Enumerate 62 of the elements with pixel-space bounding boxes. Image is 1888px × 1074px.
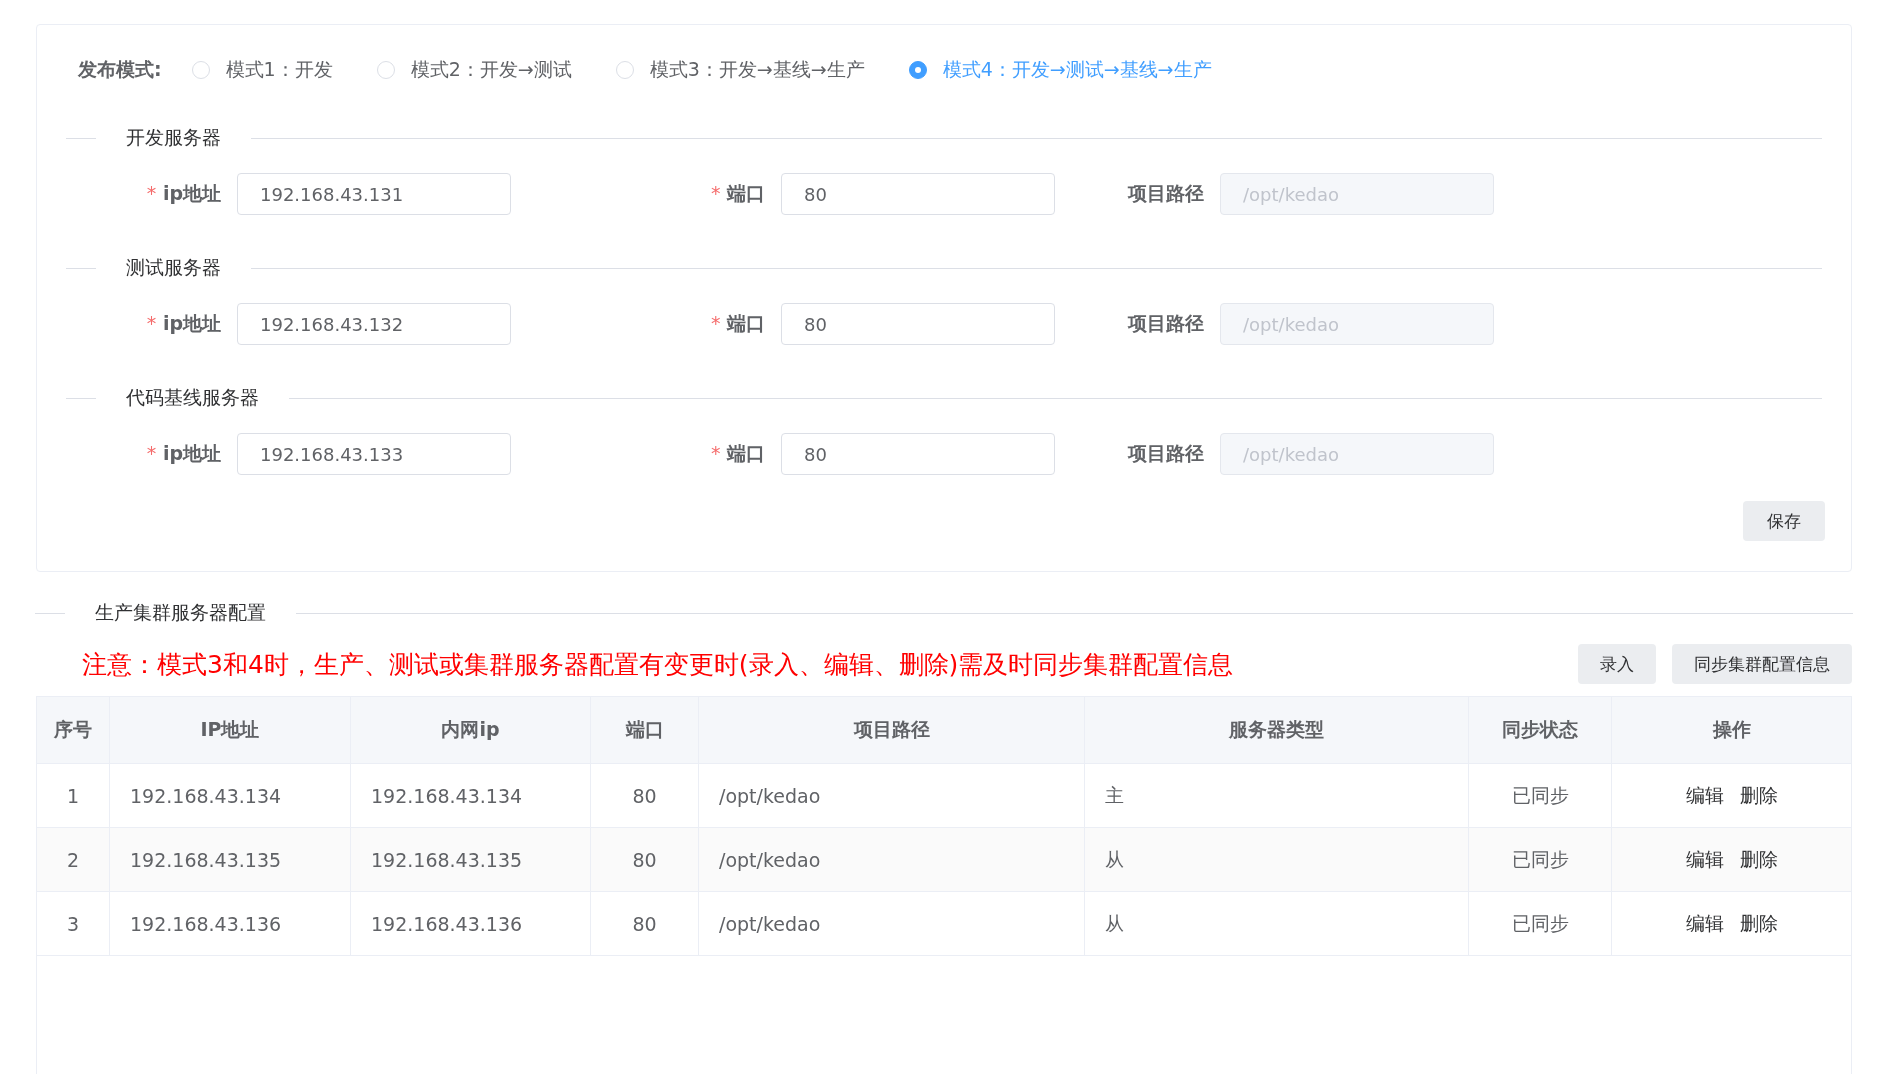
table-cell: 80 — [591, 764, 699, 827]
radio-option[interactable]: 模式1：开发 — [191, 57, 333, 83]
table-cell: 192.168.43.135 — [351, 828, 591, 891]
action-link[interactable]: 编辑 — [1685, 846, 1724, 873]
table-cell: 从 — [1085, 892, 1469, 955]
ip-input[interactable]: 192.168.43.133 — [237, 433, 511, 475]
action-link[interactable]: 编辑 — [1685, 910, 1724, 937]
section-title: 生产集群服务器配置 — [94, 600, 267, 625]
save-button[interactable]: 保存 — [1743, 501, 1825, 541]
port-label: * 端口 — [709, 441, 766, 466]
path-label: 项目路径 — [1126, 441, 1205, 466]
column-header: 内网ip — [351, 697, 591, 763]
table-cell: 192.168.43.136 — [351, 892, 591, 955]
action-link[interactable]: 删除 — [1739, 846, 1778, 873]
ip-label: * ip地址 — [145, 311, 222, 336]
toolbar-button[interactable]: 录入 — [1578, 644, 1656, 684]
column-header: 项目路径 — [699, 697, 1085, 763]
section-title: 开发服务器 — [125, 125, 222, 150]
path-label: 项目路径 — [1126, 311, 1205, 336]
table-cell: 80 — [591, 828, 699, 891]
column-header: 服务器类型 — [1085, 697, 1469, 763]
release-mode-label: 发布模式: — [78, 57, 162, 82]
table-cell: 192.168.43.135 — [110, 828, 351, 891]
radio-option[interactable]: 模式2：开发→测试 — [376, 57, 572, 83]
path-label: 项目路径 — [1126, 181, 1205, 206]
port-label: * 端口 — [709, 181, 766, 206]
port-label: * 端口 — [709, 311, 766, 336]
notice-text: 注意：模式3和4时，生产、测试或集群服务器配置有变更时(录入、编辑、删除)需及时同步集群配置信息 — [81, 648, 1235, 681]
action-link[interactable]: 编辑 — [1685, 782, 1724, 809]
column-header: IP地址 — [110, 697, 351, 763]
ip-input[interactable]: 192.168.43.131 — [237, 173, 511, 215]
section-title: 测试服务器 — [125, 255, 222, 280]
radio-option[interactable]: 模式3：开发→基线→生产 — [615, 57, 865, 83]
column-header: 操作 — [1711, 717, 1752, 742]
table-cell: /opt/kedao — [699, 764, 1085, 827]
port-input[interactable]: 80 — [781, 173, 1055, 215]
table-cell: 已同步 — [1469, 764, 1612, 827]
ip-input[interactable]: 192.168.43.132 — [237, 303, 511, 345]
section-title: 代码基线服务器 — [125, 385, 260, 410]
table-cell: 从 — [1085, 828, 1469, 891]
table-cell: 192.168.43.134 — [351, 764, 591, 827]
action-link[interactable]: 删除 — [1739, 910, 1778, 937]
column-header: 同步状态 — [1469, 697, 1612, 763]
table-cell: 192.168.43.134 — [110, 764, 351, 827]
column-header: 端口 — [591, 697, 699, 763]
table-cell: 80 — [591, 892, 699, 955]
table-cell: 1 — [37, 764, 110, 827]
table-cell: 主 — [1085, 764, 1469, 827]
table-cell: /opt/kedao — [699, 892, 1085, 955]
ip-label: * ip地址 — [145, 181, 222, 206]
port-input[interactable]: 80 — [781, 303, 1055, 345]
ip-label: * ip地址 — [145, 441, 222, 466]
table-cell: 已同步 — [1469, 828, 1612, 891]
table-cell: 192.168.43.136 — [110, 892, 351, 955]
table-cell: /opt/kedao — [699, 828, 1085, 891]
column-header: 序号 — [37, 697, 110, 763]
table-cell: 2 — [37, 828, 110, 891]
port-input[interactable]: 80 — [781, 433, 1055, 475]
table-cell: 3 — [37, 892, 110, 955]
table-cell: 已同步 — [1469, 892, 1612, 955]
action-link[interactable]: 删除 — [1739, 782, 1778, 809]
toolbar-button[interactable]: 同步集群配置信息 — [1672, 644, 1852, 684]
